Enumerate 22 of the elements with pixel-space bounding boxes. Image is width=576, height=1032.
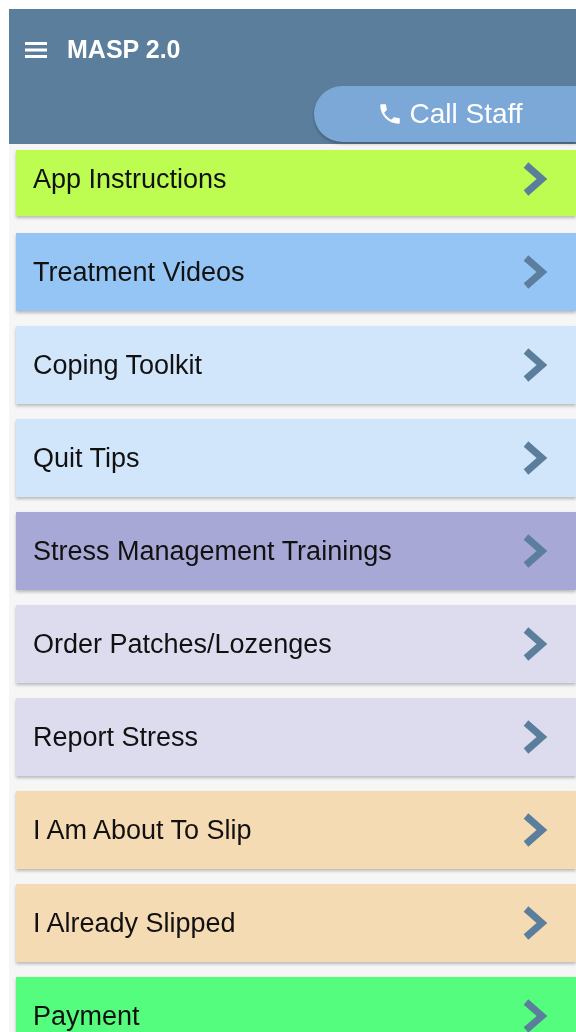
chevron-icon <box>522 347 548 383</box>
chevron-icon <box>522 533 548 569</box>
menu-item[interactable]: I Am About To Slip <box>16 791 576 869</box>
chevron-icon <box>522 440 548 476</box>
chevron-icon <box>522 161 548 197</box>
menu-item[interactable]: App Instructions <box>16 150 576 216</box>
chevron-icon <box>522 254 548 290</box>
chevron-icon <box>522 626 548 662</box>
chevron-icon <box>522 905 548 941</box>
menu-item[interactable]: Quit Tips <box>16 419 576 497</box>
menu-item[interactable]: Stress Management Trainings <box>16 512 576 590</box>
chevron-icon <box>522 719 548 755</box>
menu-item[interactable]: Treatment Videos <box>16 233 576 311</box>
app-title: MASP 2.0 <box>67 35 181 64</box>
menu-item[interactable]: I Already Slipped <box>16 884 576 962</box>
menu-item[interactable]: Report Stress <box>16 698 576 776</box>
menu-icon[interactable] <box>25 40 47 59</box>
menu-item[interactable]: Order Patches/Lozenges <box>16 605 576 683</box>
menu-item[interactable]: Coping Toolkit <box>16 326 576 404</box>
menu-item[interactable]: Payment <box>16 977 576 1032</box>
chevron-icon <box>522 998 548 1032</box>
chevron-icon <box>522 812 548 848</box>
